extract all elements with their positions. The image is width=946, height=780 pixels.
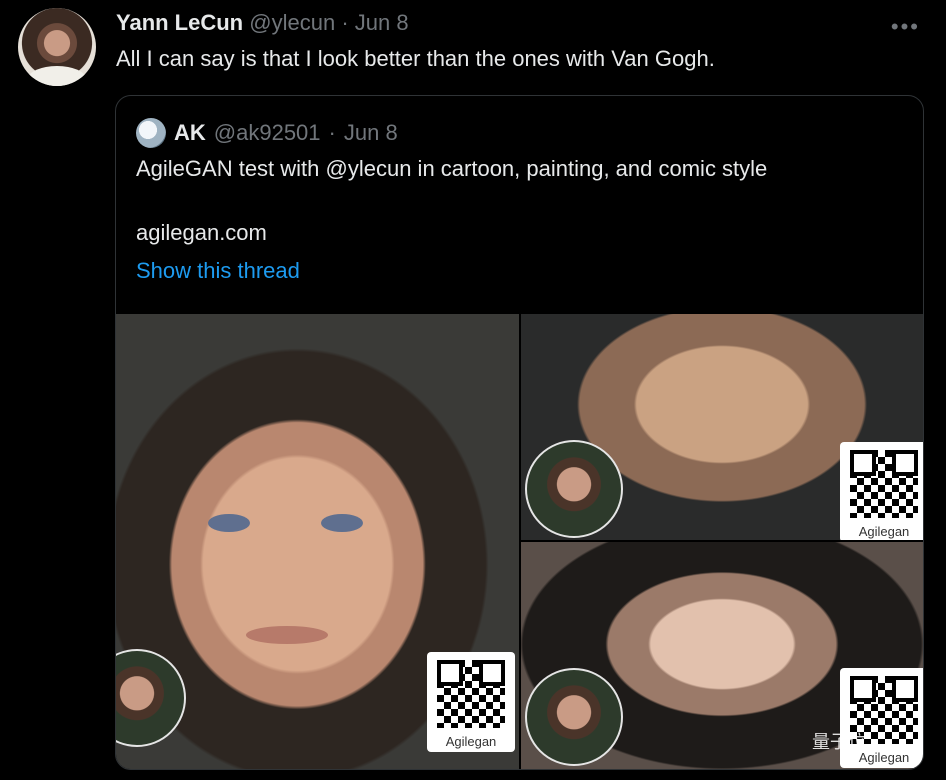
gallery-image-painting[interactable]: Agilegan [521,314,923,540]
show-thread-link[interactable]: Show this thread [136,258,300,284]
tweet-text: All I can say is that I look better than… [116,46,715,71]
quoted-tweet[interactable]: AK @ak92501 · Jun 8 AgileGAN test with @… [115,95,924,770]
source-photo-avatar [525,440,623,538]
quote-date[interactable]: Jun 8 [344,120,398,146]
mouth [246,626,328,644]
tweet-date[interactable]: Jun 8 [355,10,409,35]
tweet-header: Yann LeCun @ylecun · Jun 8 [116,10,409,36]
quote-avatar[interactable] [136,118,166,148]
qr-code-icon [437,660,505,728]
author-name[interactable]: Yann LeCun [116,10,243,35]
separator: · [341,10,349,35]
watermark: 量子位 [812,732,866,752]
quote-author-name[interactable]: AK [174,120,206,146]
left-eye [208,514,250,532]
quote-link[interactable]: agilegan.com [136,220,267,246]
source-photo-avatar [116,649,186,747]
quote-author-handle[interactable]: @ak92501 [214,120,321,146]
gallery-image-cartoon[interactable]: Agilegan [116,314,519,769]
qr-code-icon [850,450,918,518]
avatar-shirt [28,66,86,86]
author-handle[interactable]: @ylecun [249,10,335,35]
right-eye [321,514,363,532]
quote-separator: · [328,120,336,145]
qr-label: Agilegan [858,524,910,539]
qr-code-box: Agilegan [427,652,515,752]
quote-text: AgileGAN test with @ylecun in cartoon, p… [136,156,768,181]
source-photo-avatar [525,668,623,766]
qr-label: Agilegan [445,734,497,749]
qr-code-box: Agilegan [840,442,923,540]
more-options-icon[interactable]: ••• [891,14,920,40]
quote-header: AK @ak92501 · Jun 8 [136,118,398,148]
author-avatar[interactable] [18,8,96,86]
image-gallery: Agilegan Agilegan Agilegan [116,314,923,769]
